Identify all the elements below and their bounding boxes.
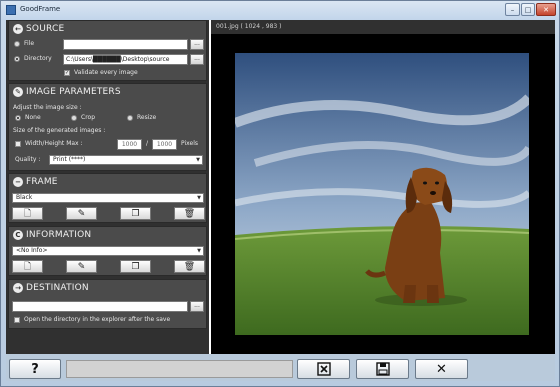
adjust-none-label: None — [25, 114, 41, 121]
validate-label: Validate every image — [74, 69, 138, 76]
minimize-button[interactable]: – — [505, 3, 520, 16]
edit-icon: ✎ — [77, 261, 86, 272]
info-edit-button[interactable]: ✎ — [66, 260, 97, 273]
file-radio[interactable] — [14, 41, 20, 47]
new-file-icon: 🗋 — [23, 261, 32, 272]
open-directory-label: Open the directory in the explorer after… — [24, 316, 171, 323]
file-label: File — [24, 40, 35, 47]
preview-file-label: 001.jpg ( 1024 , 983 ) — [211, 20, 555, 34]
client-area: ← SOURCE File ... Directory C:\Users\███… — [6, 20, 555, 381]
chevron-down-icon: ▼ — [196, 157, 200, 163]
frame-value: Black — [16, 194, 33, 201]
source-section: ← SOURCE File ... Directory C:\Users\███… — [8, 20, 207, 81]
size-separator: / — [146, 140, 149, 147]
frame-delete-button[interactable]: 🗑 — [174, 207, 205, 220]
size-generated-label: Size of the generated images : — [13, 127, 106, 134]
max-height-input[interactable]: 1000 — [152, 139, 177, 150]
trash-icon: 🗑 — [183, 208, 196, 219]
image-parameters-section: ✎ IMAGE PARAMETERS Adjust the image size… — [8, 83, 207, 171]
edit-icon: ✎ — [77, 208, 86, 219]
source-title: SOURCE — [26, 24, 65, 34]
destination-title: DESTINATION — [26, 283, 89, 293]
frame-select[interactable]: Black ▼ — [12, 193, 204, 203]
validate-checkbox[interactable]: ✓ — [64, 70, 70, 76]
directory-browse-button[interactable]: ... — [190, 54, 204, 65]
trash-icon: 🗑 — [183, 261, 196, 272]
image-parameters-title: IMAGE PARAMETERS — [26, 87, 121, 97]
progress-bar — [66, 360, 293, 378]
max-size-checkbox[interactable] — [15, 141, 21, 147]
new-file-icon: 🗋 — [23, 208, 32, 219]
adjust-crop-radio[interactable] — [71, 115, 77, 121]
maximize-button[interactable]: □ — [521, 3, 535, 16]
adjust-resize-radio[interactable] — [127, 115, 133, 121]
cancel-button[interactable]: ✕ — [415, 359, 468, 379]
info-new-button[interactable]: 🗋 — [12, 260, 43, 273]
information-value: <No Info> — [16, 247, 48, 254]
information-title: INFORMATION — [26, 230, 92, 240]
settings-panel: ← SOURCE File ... Directory C:\Users\███… — [6, 20, 209, 354]
copyright-circle-icon: C — [13, 230, 23, 240]
window-title: GoodFrame — [20, 5, 61, 13]
directory-radio[interactable] — [14, 56, 20, 62]
close-button[interactable]: ✕ — [536, 3, 556, 16]
max-width-input[interactable]: 1000 — [117, 139, 142, 150]
info-delete-button[interactable]: 🗑 — [174, 260, 205, 273]
information-section: C INFORMATION <No Info> ▼ 🗋 ✎ ❐ 🗑 — [8, 226, 207, 276]
directory-path-input[interactable]: C:\Users\██████\Desktop\source — [63, 54, 188, 65]
preview-area — [211, 34, 555, 354]
adjust-none-radio[interactable] — [15, 115, 21, 121]
frame-section: − FRAME Black ▼ 🗋 ✎ ❐ 🗑 — [8, 173, 207, 223]
destination-section: → DESTINATION ... Open the directory in … — [8, 279, 207, 329]
file-path-input[interactable] — [63, 39, 188, 50]
minus-circle-icon: − — [13, 177, 23, 187]
info-copy-button[interactable]: ❐ — [120, 260, 151, 273]
quality-label: Quality : — [15, 156, 41, 163]
frame-edit-button[interactable]: ✎ — [66, 207, 97, 220]
save-disk-icon — [375, 362, 390, 376]
app-logo-icon — [6, 5, 16, 15]
frame-copy-button[interactable]: ❐ — [120, 207, 151, 220]
open-directory-checkbox[interactable] — [14, 317, 20, 323]
discard-icon — [316, 362, 331, 376]
save-button[interactable] — [356, 359, 409, 379]
adjust-resize-label: Resize — [137, 114, 157, 121]
chevron-down-icon: ▼ — [197, 248, 201, 254]
directory-label: Directory — [24, 55, 52, 62]
arrow-right-circle-icon: → — [13, 283, 23, 293]
help-button[interactable]: ? — [9, 359, 61, 379]
information-select[interactable]: <No Info> ▼ — [12, 246, 204, 256]
quality-select[interactable]: Print (****) ▼ — [49, 155, 203, 165]
frame-title: FRAME — [26, 177, 58, 187]
title-bar[interactable]: GoodFrame – □ ✕ — [1, 1, 559, 20]
information-toolbar: 🗋 ✎ ❐ 🗑 — [12, 260, 205, 273]
bottom-bar: ? ✕ — [6, 354, 555, 381]
destination-path-input[interactable] — [12, 301, 188, 312]
adjust-size-label: Adjust the image size : — [13, 104, 82, 111]
pixels-unit-label: Pixels — [181, 140, 199, 147]
pencil-circle-icon: ✎ — [13, 87, 23, 97]
frame-toolbar: 🗋 ✎ ❐ 🗑 — [12, 207, 205, 220]
quality-value: Print (****) — [53, 156, 86, 163]
max-size-label: Width/Height Max : — [25, 140, 83, 147]
preview-image — [235, 53, 529, 335]
copy-icon: ❐ — [131, 261, 140, 272]
arrow-left-circle-icon: ← — [13, 24, 23, 34]
destination-browse-button[interactable]: ... — [190, 301, 204, 312]
adjust-crop-label: Crop — [81, 114, 96, 121]
copy-icon: ❐ — [131, 208, 140, 219]
app-window: GoodFrame – □ ✕ ← SOURCE File ... Direct… — [0, 0, 560, 387]
frame-new-button[interactable]: 🗋 — [12, 207, 43, 220]
delete-preview-button[interactable] — [297, 359, 350, 379]
file-browse-button[interactable]: ... — [190, 39, 204, 50]
chevron-down-icon: ▼ — [197, 195, 201, 201]
